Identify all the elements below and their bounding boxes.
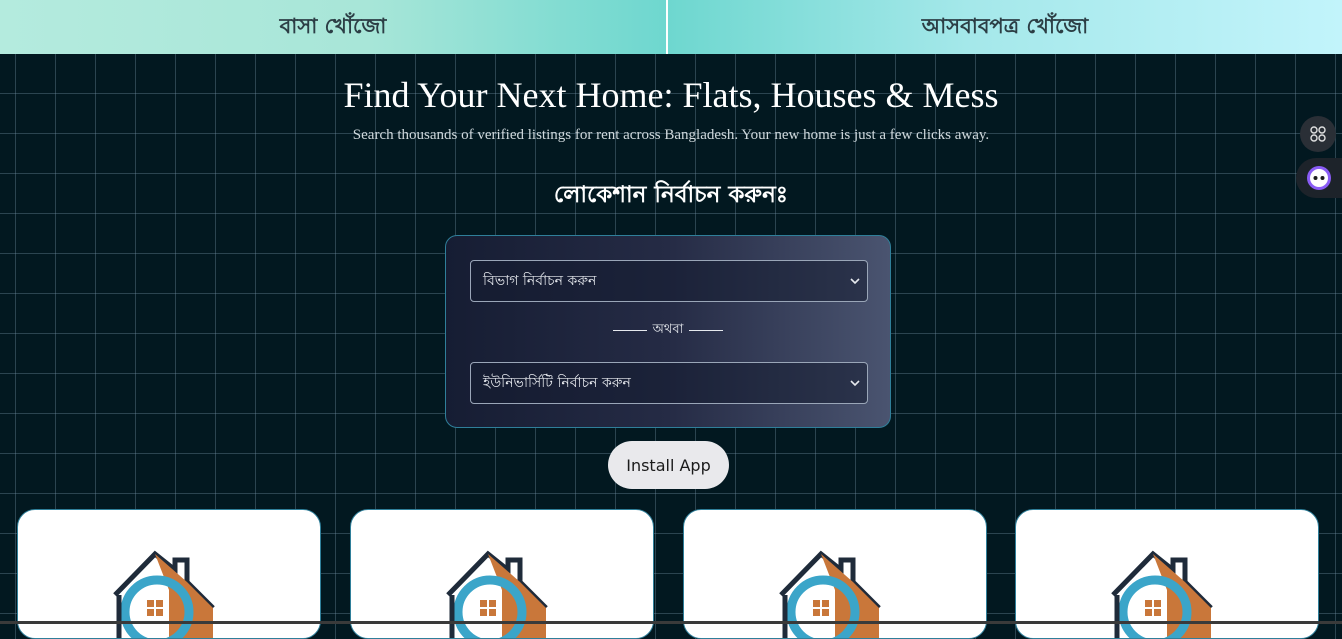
assistant-bot-icon (1307, 166, 1331, 190)
or-label: অথবা (652, 322, 684, 337)
house-logo-icon (779, 550, 881, 638)
tab-find-furniture[interactable]: আসবাবপত্র খোঁজো (668, 0, 1342, 54)
university-select[interactable]: ইউনিভার্সিটি নির্বাচন করুন (470, 362, 868, 404)
tab-find-house[interactable]: বাসা খোঁজো (0, 0, 668, 54)
hero-title: Find Your Next Home: Flats, Houses & Mes… (343, 75, 999, 115)
apps-grid-icon (1310, 126, 1326, 142)
side-apps-button[interactable] (1300, 116, 1336, 152)
house-logo-icon (1111, 550, 1213, 638)
separator-line (689, 330, 724, 331)
location-panel: বিভাগ নির্বাচন করুন অথবা ইউনিভার্সিটি নি… (445, 235, 891, 428)
chevron-down-icon (850, 278, 860, 285)
division-select[interactable]: বিভাগ নির্বাচন করুন (470, 260, 868, 302)
or-separator: অথবা (446, 320, 890, 341)
top-tabs: বাসা খোঁজো আসবাবপত্র খোঁজো (0, 0, 1342, 54)
listing-card[interactable] (17, 509, 321, 639)
division-select-label: বিভাগ নির্বাচন করুন (483, 273, 597, 289)
university-select-label: ইউনিভার্সিটি নির্বাচন করুন (483, 375, 631, 391)
hero-subtitle: Search thousands of verified listings fo… (352, 127, 990, 143)
side-assistant-button[interactable] (1296, 158, 1342, 198)
separator-line (612, 330, 647, 331)
listing-card[interactable] (350, 509, 654, 639)
house-logo-icon (113, 550, 215, 638)
chevron-down-icon (850, 380, 860, 387)
listing-card[interactable] (1015, 509, 1319, 639)
install-app-button[interactable]: Install App (608, 441, 729, 489)
location-title: লোকেশান নির্বাচন করুনঃ (553, 182, 789, 208)
house-logo-icon (446, 550, 548, 638)
listing-card[interactable] (683, 509, 987, 639)
